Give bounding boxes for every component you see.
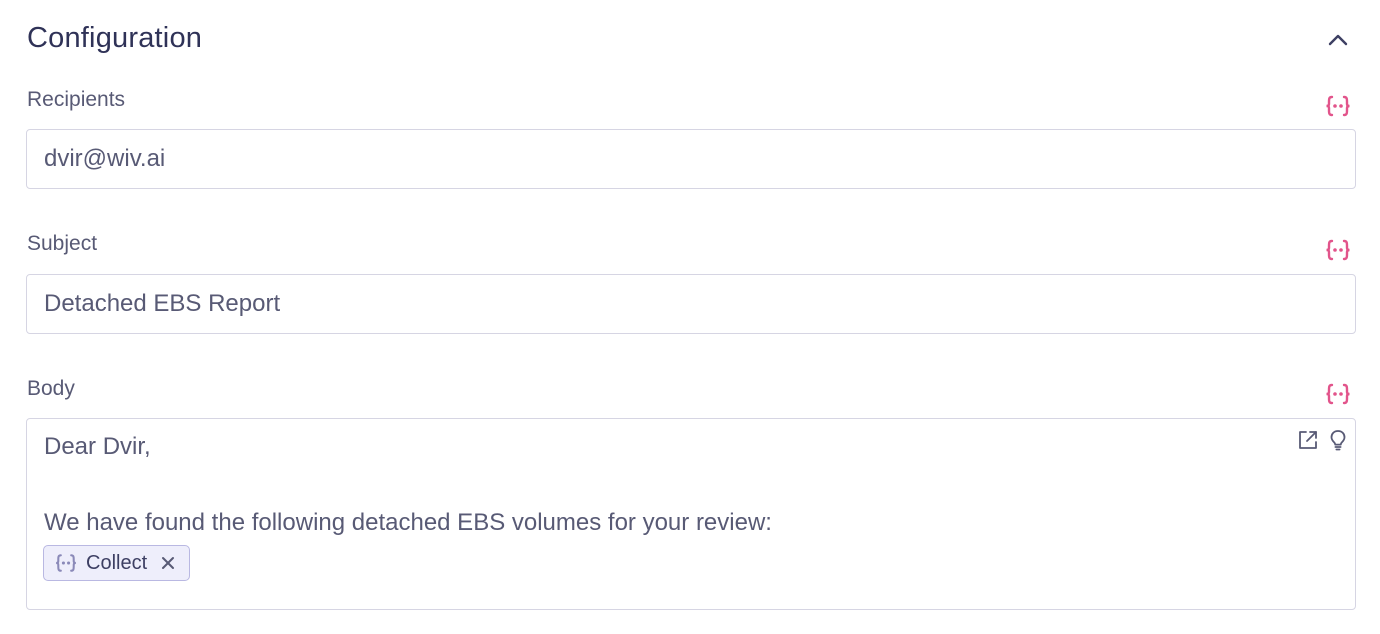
body-editor[interactable]: Dear Dvir, We have found the following d… (26, 418, 1356, 610)
body-line-message: We have found the following detached EBS… (44, 509, 772, 536)
recipients-label: Recipients (27, 88, 126, 111)
variable-braces-icon (1326, 239, 1350, 261)
body-line-greeting: Dear Dvir, (44, 433, 151, 460)
recipients-value: dvir@wiv.ai (44, 145, 166, 172)
collapse-button[interactable] (1322, 24, 1354, 56)
close-icon[interactable] (161, 556, 175, 570)
body-label: Body (27, 377, 75, 400)
subject-label: Subject (27, 232, 98, 255)
body-variable-button[interactable] (1322, 380, 1354, 408)
recipients-input[interactable]: dvir@wiv.ai (26, 129, 1356, 189)
variable-braces-icon (1326, 95, 1350, 117)
subject-value: Detached EBS Report (44, 290, 281, 317)
lightbulb-icon[interactable] (1327, 429, 1349, 451)
subject-input[interactable]: Detached EBS Report (26, 274, 1356, 334)
external-link-icon[interactable] (1297, 429, 1319, 451)
section-title: Configuration (27, 22, 203, 54)
body-toolbar (1297, 429, 1349, 451)
variable-chip-collect[interactable]: Collect (43, 545, 191, 581)
variable-chip-label: Collect (86, 551, 148, 574)
chevron-up-icon (1328, 34, 1348, 46)
variable-braces-icon (1326, 383, 1350, 405)
variable-braces-icon (56, 554, 76, 572)
subject-variable-button[interactable] (1322, 236, 1354, 264)
recipients-variable-button[interactable] (1322, 92, 1354, 120)
